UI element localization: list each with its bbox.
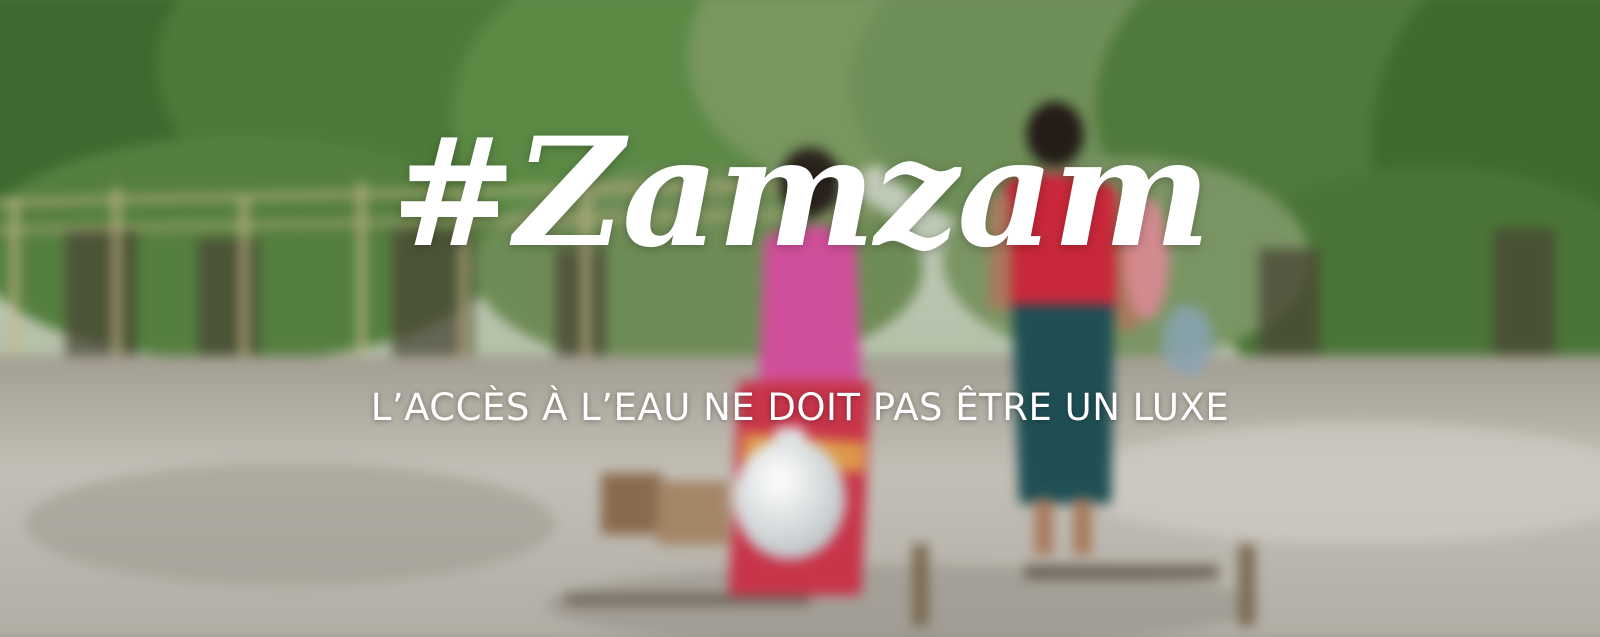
crate	[657, 481, 729, 545]
plank	[1024, 564, 1219, 580]
background-photo	[0, 0, 1600, 637]
distant-child	[1162, 304, 1214, 377]
hero-banner: #Zamzam L’ACCÈS À L’EAU NE DOIT PAS ÊTRE…	[0, 0, 1600, 637]
campaign-tagline: L’ACCÈS À L’EAU NE DOIT PAS ÊTRE UN LUXE	[370, 386, 1230, 429]
crate	[601, 473, 663, 535]
campaign-title: #Zamzam	[390, 105, 1211, 281]
